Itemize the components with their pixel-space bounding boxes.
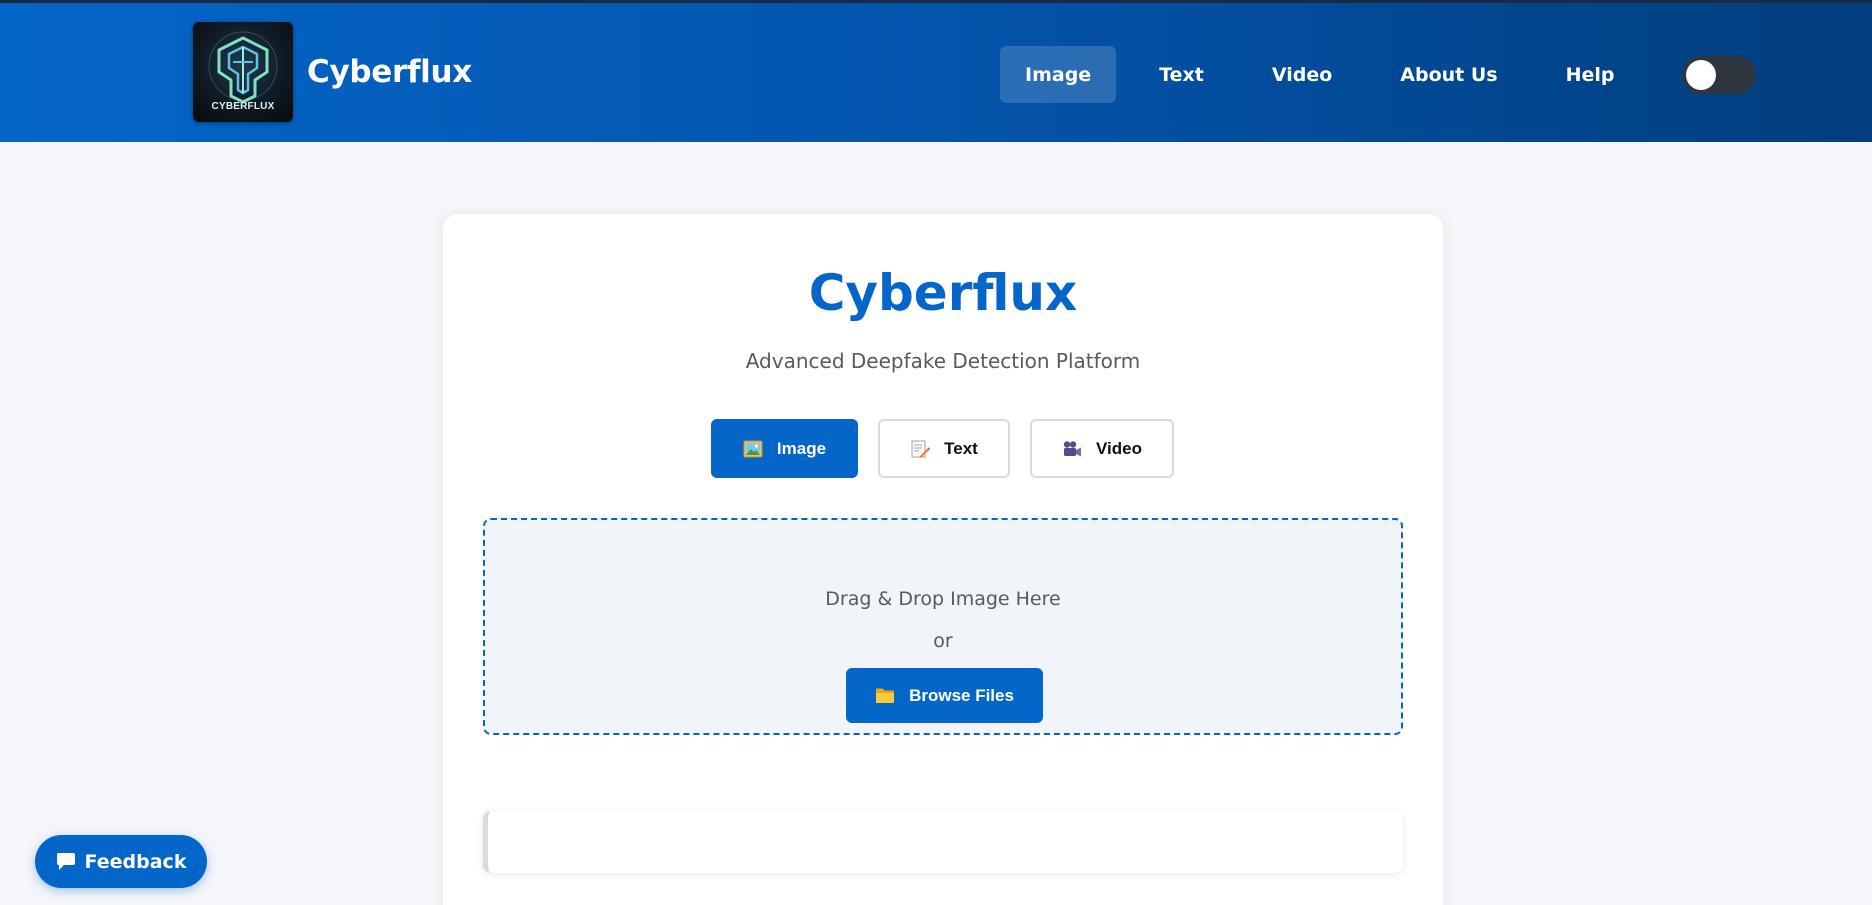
picture-icon (743, 440, 763, 458)
tab-video-label: Video (1096, 438, 1142, 458)
theme-toggle-knob (1685, 59, 1716, 90)
tab-text-label: Text (944, 438, 978, 458)
top-navbar: CYBERFLUX Cyberflux Image Text Video Abo… (0, 0, 1872, 142)
nav-image[interactable]: Image (1000, 46, 1117, 103)
mode-tabs: Image Text Video (711, 419, 1194, 478)
dropzone-or: or (933, 630, 953, 652)
browse-files-button[interactable]: Browse Files (846, 668, 1043, 723)
nav-about-us[interactable]: About Us (1375, 46, 1522, 103)
brand-name: Cyberflux (307, 54, 472, 90)
brand[interactable]: CYBERFLUX Cyberflux (193, 22, 472, 122)
result-panel (483, 811, 1403, 873)
feedback-button[interactable]: Feedback (35, 835, 207, 888)
tab-text[interactable]: Text (878, 419, 1010, 478)
speech-bubble-icon (56, 852, 76, 871)
detection-card: Cyberflux Advanced Deepfake Detection Pl… (443, 214, 1443, 905)
page-subtitle: Advanced Deepfake Detection Platform (745, 349, 1141, 373)
dropzone-text: Drag & Drop Image Here (825, 588, 1061, 610)
page-title: Cyberflux (808, 264, 1078, 322)
theme-toggle[interactable] (1681, 55, 1756, 94)
nav-help[interactable]: Help (1541, 46, 1640, 103)
nav-video[interactable]: Video (1247, 46, 1357, 103)
movie-camera-icon (1062, 440, 1082, 458)
tab-image[interactable]: Image (711, 419, 858, 478)
folder-icon (875, 687, 895, 704)
nav-text[interactable]: Text (1134, 46, 1229, 103)
tab-video[interactable]: Video (1030, 419, 1174, 478)
cyberflux-logo: CYBERFLUX (193, 22, 293, 122)
logo-text: CYBERFLUX (211, 101, 275, 112)
image-dropzone[interactable]: Drag & Drop Image Here or Browse Files (483, 518, 1403, 735)
memo-icon (910, 439, 931, 459)
nav-links: Image Text Video About Us Help (1000, 46, 1756, 103)
feedback-label: Feedback (84, 850, 187, 873)
browse-files-label: Browse Files (909, 685, 1014, 705)
tab-image-label: Image (776, 438, 827, 458)
